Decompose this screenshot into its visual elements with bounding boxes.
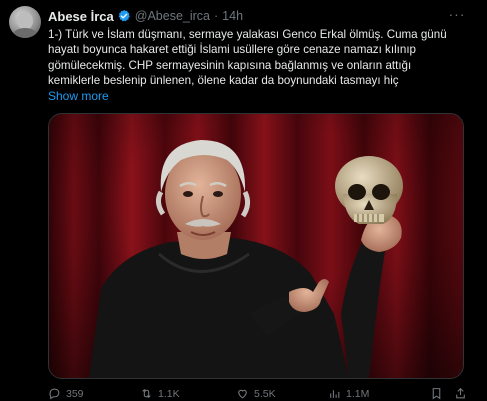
tweet-time[interactable]: 14h — [222, 9, 243, 23]
action-bar: 359 1.1K 5.5K 1.1M — [48, 387, 474, 401]
tweet-text-line: gömülecekmiş. CHP sermayesinin kapısına … — [48, 58, 412, 72]
like-icon — [238, 389, 247, 399]
show-more-link[interactable]: Show more — [48, 89, 109, 103]
tweet[interactable]: Abese İrca @Abese_irca · 14h ··· 1-) Tür… — [0, 0, 487, 400]
tweet-text-line: hayatı boyunca hakaret ettiği İslami usü… — [48, 43, 416, 57]
like-count: 5.5K — [254, 387, 276, 400]
verified-badge-icon — [118, 9, 130, 22]
repost-button[interactable]: 1.1K — [140, 387, 180, 400]
media-illustration — [49, 114, 463, 378]
author-handle[interactable]: @Abese_irca — [135, 9, 210, 23]
tweet-text-line: 1-) Türk ve İslam düşmanı, sermaye yalak… — [48, 28, 447, 41]
views-icon — [330, 390, 340, 398]
separator-dot: · — [214, 9, 219, 23]
views-count: 1.1M — [346, 387, 370, 400]
tweet-text: 1-) Türk ve İslam düşmanı, sermaye yalak… — [48, 27, 474, 88]
avatar-body — [12, 28, 38, 38]
share-icon — [456, 387, 465, 399]
tweet-header: Abese İrca @Abese_irca · 14h — [48, 7, 243, 25]
reply-button[interactable]: 359 — [48, 387, 84, 400]
views-button[interactable]: 1.1M — [328, 387, 369, 400]
reply-icon — [49, 388, 60, 400]
bookmark-icon — [432, 388, 441, 400]
author-name[interactable]: Abese İrca — [48, 9, 114, 24]
repost-icon — [142, 388, 151, 399]
tweet-text-line: kemiklerle beslenip ünlenen, ölene kadar… — [48, 73, 399, 87]
bookmark-button[interactable] — [430, 387, 448, 400]
like-button[interactable]: 5.5K — [236, 387, 276, 400]
tweet-media-photo[interactable] — [48, 113, 464, 379]
avatar[interactable] — [9, 6, 41, 38]
reply-count: 359 — [66, 387, 84, 400]
repost-count: 1.1K — [158, 387, 180, 400]
share-button[interactable] — [454, 387, 472, 400]
more-options-button[interactable]: ··· — [447, 6, 467, 22]
